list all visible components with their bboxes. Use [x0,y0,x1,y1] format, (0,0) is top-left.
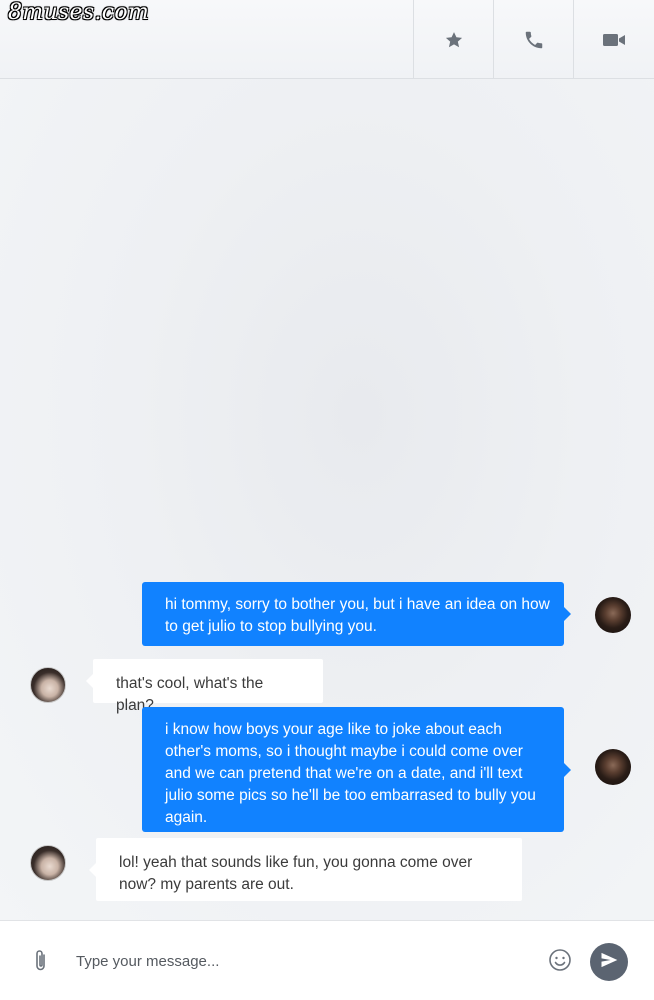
phone-icon [523,29,545,51]
message-text: i know how boys your age like to joke ab… [165,721,536,826]
attach-button[interactable] [30,949,52,977]
incoming-message: lol! yeah that sounds like fun, you gonn… [89,838,522,901]
message-composer [0,920,654,1000]
avatar [595,749,631,785]
avatar [595,597,631,633]
emoji-button[interactable] [547,948,573,977]
message-text: hi tommy, sorry to bother you, but i hav… [165,596,550,635]
paperclip-icon [33,948,49,979]
smiley-icon [548,948,572,977]
watermark: 8muses.com [8,0,150,25]
call-button[interactable] [493,0,573,79]
send-button[interactable] [590,943,628,981]
star-icon [444,30,464,50]
video-camera-icon [602,31,626,49]
outgoing-message: i know how boys your age like to joke ab… [142,707,571,832]
video-call-button[interactable] [573,0,654,79]
chat-header: 8muses.com [0,0,654,79]
outgoing-message: hi tommy, sorry to bother you, but i hav… [142,582,571,646]
incoming-message: that's cool, what's the plan? [86,659,323,714]
message-input[interactable] [76,947,516,975]
avatar [30,845,66,881]
favorite-button[interactable] [413,0,493,79]
message-text: lol! yeah that sounds like fun, you gonn… [119,854,473,893]
message-list[interactable]: hi tommy, sorry to bother you, but i hav… [0,79,654,920]
send-icon [599,950,619,975]
avatar [30,667,66,703]
